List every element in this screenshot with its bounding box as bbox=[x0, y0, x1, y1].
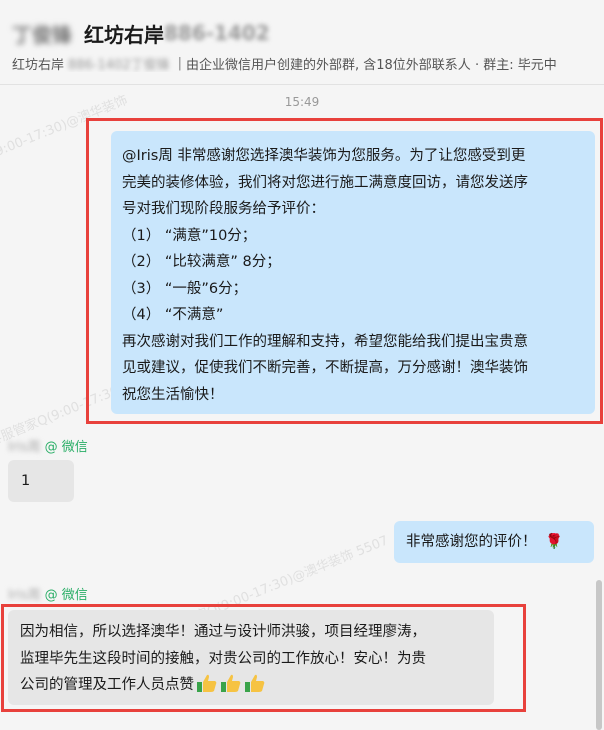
reply-message-bubble[interactable]: 1 bbox=[8, 460, 74, 502]
chat-title: 红坊右岸 bbox=[84, 22, 164, 47]
subtitle-divider: | bbox=[177, 55, 182, 71]
chat-title-suffix-blurred: 886-1402 bbox=[164, 21, 270, 45]
sender-name-blurred: Iris周 bbox=[8, 440, 41, 455]
rose-icon: 🌹 bbox=[545, 534, 564, 550]
subtitle-prefix: 红坊右岸 bbox=[12, 57, 65, 73]
sender-source: @ 微信 bbox=[44, 440, 88, 455]
chat-subtitle: 红坊右岸 886-1402丁俊锋 | 由企业微信用户创建的外部群, 含18位外部… bbox=[12, 54, 602, 73]
sender-label: Iris周 @ 微信 bbox=[8, 584, 88, 603]
sender-name-blurred: Iris周 bbox=[8, 588, 41, 603]
subtitle-description: 由企业微信用户创建的外部群, 含18位外部联系人 · 群主: 毕元中 bbox=[186, 57, 557, 73]
subtitle-blurred: 886-1402丁俊锋 bbox=[68, 57, 170, 73]
thanks-text: 非常感谢您的评价！ bbox=[406, 534, 537, 550]
message-timestamp: 15:49 bbox=[284, 95, 320, 109]
chat-title-row: 丁俊锋 红坊右岸 886-1402 bbox=[12, 18, 270, 48]
thanks-message-bubble[interactable]: 非常感谢您的评价！ 🌹 bbox=[394, 521, 594, 563]
highlight-box-feedback bbox=[1, 604, 526, 712]
contact-name-blurred: 丁俊锋 bbox=[12, 22, 72, 47]
chat-scrollbar[interactable] bbox=[596, 580, 602, 730]
reply-text: 1 bbox=[21, 473, 31, 489]
chat-header: 丁俊锋 红坊右岸 886-1402 红坊右岸 886-1402丁俊锋 | 由企业… bbox=[0, 0, 604, 85]
sender-source: @ 微信 bbox=[44, 588, 88, 603]
sender-label: Iris周 @ 微信 bbox=[8, 436, 88, 455]
highlight-box-survey bbox=[86, 118, 603, 424]
